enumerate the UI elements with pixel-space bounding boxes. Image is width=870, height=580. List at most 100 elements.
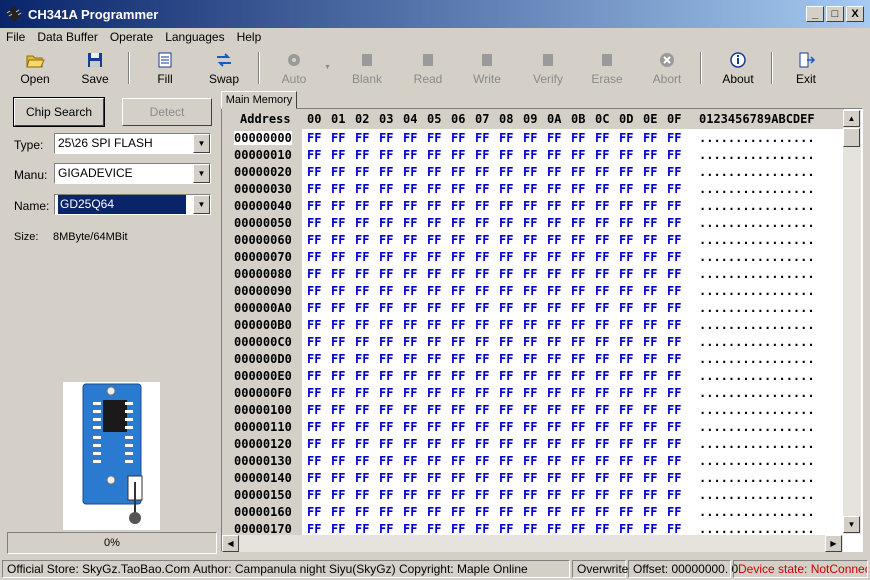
hex-byte[interactable]: FF: [619, 488, 633, 502]
ascii-cell[interactable]: ................: [699, 267, 815, 281]
ascii-cell[interactable]: ................: [699, 420, 815, 434]
hex-byte[interactable]: FF: [499, 165, 513, 179]
hex-byte[interactable]: FF: [667, 454, 681, 468]
name-select[interactable]: GD25Q64 ▼: [54, 194, 211, 215]
hex-byte[interactable]: FF: [619, 471, 633, 485]
hex-byte[interactable]: FF: [667, 216, 681, 230]
hex-byte[interactable]: FF: [595, 216, 609, 230]
hex-byte[interactable]: FF: [667, 284, 681, 298]
hex-byte[interactable]: FF: [619, 437, 633, 451]
hex-byte[interactable]: FF: [403, 437, 417, 451]
hex-byte[interactable]: FF: [571, 284, 585, 298]
hex-byte[interactable]: FF: [451, 216, 465, 230]
hex-byte[interactable]: FF: [451, 182, 465, 196]
hex-byte[interactable]: FF: [475, 386, 489, 400]
hex-byte[interactable]: FF: [499, 471, 513, 485]
menu-languages[interactable]: Languages: [159, 30, 230, 44]
hex-byte[interactable]: FF: [547, 522, 561, 536]
hex-byte[interactable]: FF: [451, 420, 465, 434]
hex-byte[interactable]: FF: [403, 505, 417, 519]
hex-byte[interactable]: FF: [427, 165, 441, 179]
manu-dropdown-arrow-icon[interactable]: ▼: [193, 164, 210, 183]
hex-byte[interactable]: FF: [403, 284, 417, 298]
hex-byte[interactable]: FF: [307, 403, 321, 417]
hex-byte[interactable]: FF: [451, 131, 465, 145]
hex-byte[interactable]: FF: [331, 131, 345, 145]
hex-byte[interactable]: FF: [379, 199, 393, 213]
hex-byte[interactable]: FF: [571, 420, 585, 434]
hex-byte[interactable]: FF: [619, 335, 633, 349]
hex-byte[interactable]: FF: [379, 471, 393, 485]
horizontal-scrollbar[interactable]: ◀ ▶: [222, 535, 843, 552]
hex-byte[interactable]: FF: [307, 522, 321, 536]
hex-byte[interactable]: FF: [619, 369, 633, 383]
hex-byte[interactable]: FF: [643, 386, 657, 400]
hex-byte[interactable]: FF: [547, 403, 561, 417]
hex-byte[interactable]: FF: [595, 284, 609, 298]
ascii-cell[interactable]: ................: [699, 250, 815, 264]
hex-row[interactable]: 00000130 FF FF FF FF FF FF FF FF FF FF FF FF FF FF FF FF…: [222, 452, 844, 469]
hex-byte[interactable]: FF: [331, 386, 345, 400]
hex-byte[interactable]: FF: [403, 420, 417, 434]
hex-byte[interactable]: FF: [427, 250, 441, 264]
hex-row[interactable]: 000000D0 FF FF FF FF FF FF FF FF FF FF FF FF FF FF FF FF…: [222, 350, 844, 367]
hex-byte[interactable]: FF: [523, 335, 537, 349]
hex-byte[interactable]: FF: [355, 148, 369, 162]
hex-byte[interactable]: FF: [667, 471, 681, 485]
hex-byte[interactable]: FF: [619, 199, 633, 213]
hex-byte[interactable]: FF: [523, 437, 537, 451]
hex-byte[interactable]: FF: [571, 199, 585, 213]
hex-byte[interactable]: FF: [571, 437, 585, 451]
hex-byte[interactable]: FF: [331, 352, 345, 366]
hex-byte[interactable]: FF: [427, 182, 441, 196]
hex-byte[interactable]: FF: [355, 386, 369, 400]
hex-byte[interactable]: FF: [667, 335, 681, 349]
hex-byte[interactable]: FF: [523, 488, 537, 502]
hex-byte[interactable]: FF: [379, 488, 393, 502]
hex-byte[interactable]: FF: [619, 182, 633, 196]
hex-byte[interactable]: FF: [499, 386, 513, 400]
hex-byte[interactable]: FF: [523, 420, 537, 434]
ascii-cell[interactable]: ................: [699, 131, 815, 145]
hex-byte[interactable]: FF: [475, 437, 489, 451]
hex-byte[interactable]: FF: [427, 352, 441, 366]
fill-button[interactable]: Fill: [137, 48, 193, 88]
hex-byte[interactable]: FF: [355, 522, 369, 536]
hex-byte[interactable]: FF: [475, 420, 489, 434]
hex-byte[interactable]: FF: [667, 131, 681, 145]
maximize-button[interactable]: □: [826, 6, 844, 22]
hex-byte[interactable]: FF: [619, 352, 633, 366]
hex-byte[interactable]: FF: [427, 522, 441, 536]
hex-byte[interactable]: FF: [571, 250, 585, 264]
close-button[interactable]: X: [846, 6, 864, 22]
ascii-cell[interactable]: ................: [699, 454, 815, 468]
hex-byte[interactable]: FF: [379, 335, 393, 349]
hex-byte[interactable]: FF: [499, 369, 513, 383]
hex-byte[interactable]: FF: [331, 335, 345, 349]
hex-byte[interactable]: FF: [307, 352, 321, 366]
hex-byte[interactable]: FF: [547, 488, 561, 502]
hex-byte[interactable]: FF: [523, 505, 537, 519]
hex-byte[interactable]: FF: [499, 216, 513, 230]
hex-byte[interactable]: FF: [379, 386, 393, 400]
hex-byte[interactable]: FF: [595, 488, 609, 502]
hex-byte[interactable]: FF: [379, 233, 393, 247]
hex-byte[interactable]: FF: [523, 284, 537, 298]
hex-byte[interactable]: FF: [571, 352, 585, 366]
hex-byte[interactable]: FF: [355, 369, 369, 383]
hex-byte[interactable]: FF: [547, 369, 561, 383]
hex-byte[interactable]: FF: [499, 182, 513, 196]
hex-byte[interactable]: FF: [427, 454, 441, 468]
auto-dropdown-arrow-icon[interactable]: ▼: [324, 64, 331, 71]
hex-byte[interactable]: FF: [331, 284, 345, 298]
hex-byte[interactable]: FF: [475, 454, 489, 468]
hex-byte[interactable]: FF: [307, 165, 321, 179]
hex-byte[interactable]: FF: [427, 216, 441, 230]
hex-byte[interactable]: FF: [403, 335, 417, 349]
hex-row[interactable]: 00000090 FF FF FF FF FF FF FF FF FF FF FF FF FF FF FF FF…: [222, 282, 844, 299]
hex-byte[interactable]: FF: [475, 216, 489, 230]
ascii-cell[interactable]: ................: [699, 284, 815, 298]
hex-byte[interactable]: FF: [643, 131, 657, 145]
hex-byte[interactable]: FF: [475, 148, 489, 162]
hex-byte[interactable]: FF: [355, 437, 369, 451]
